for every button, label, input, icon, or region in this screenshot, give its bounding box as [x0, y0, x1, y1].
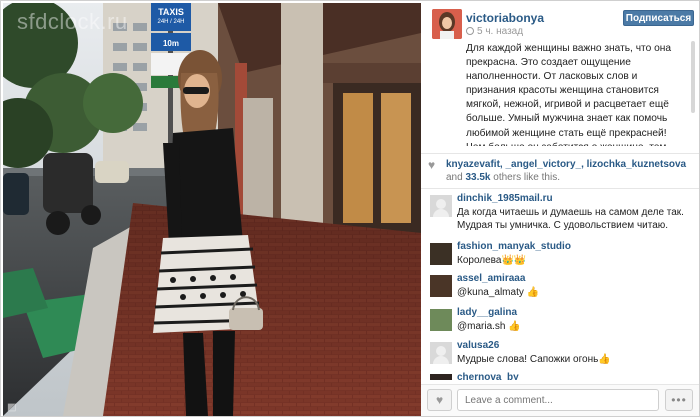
follow-button[interactable]: Подписаться [623, 10, 694, 26]
comment-username[interactable]: valusa26 [457, 340, 499, 351]
comment-text: @maria.sh 👍 [457, 321, 521, 332]
comment-input[interactable] [457, 389, 659, 411]
post-photo[interactable]: sfdclock.ru TAXIS 24H / 24H 10m ◩ [3, 3, 421, 416]
post-header: victoriabonya 5 ч. назад Подписаться Для… [421, 3, 699, 153]
avatar-image [432, 9, 462, 39]
more-options-button[interactable]: ••• [665, 389, 693, 411]
heart-icon: ♥ [428, 158, 436, 172]
avatar[interactable] [432, 9, 462, 39]
comment-avatar[interactable] [430, 195, 452, 217]
comments-list: dinchik_1985mail.ru Да когда читаешь и д… [421, 193, 699, 380]
comment-avatar[interactable] [430, 309, 452, 331]
taxi-sign-text: TAXIS [158, 7, 184, 17]
comment-text: @kuna_almaty 👍 [457, 287, 540, 298]
likes-others: others like this. [493, 172, 560, 183]
likes-number[interactable]: 33.5k [465, 172, 490, 183]
like-button[interactable]: ♥ [427, 389, 452, 411]
comment-avatar[interactable] [430, 275, 452, 297]
comment-username[interactable]: dinchik_1985mail.ru [457, 193, 553, 204]
time-ago: 5 ч. назад [466, 26, 523, 37]
post-caption: Для каждой женщины важно знать, что она … [466, 43, 672, 146]
heart-icon: ♥ [435, 393, 444, 407]
comment-username[interactable]: lady__galina [457, 307, 517, 318]
caption-scrollbar[interactable] [691, 41, 695, 113]
watermark: sfdclock.ru [17, 9, 128, 34]
comment-username[interactable]: chernova_by [457, 372, 519, 380]
taxi-sign-hours: 24H / 24H [157, 19, 185, 25]
more-icon: ••• [671, 393, 687, 407]
street-scene-image [3, 3, 421, 416]
username-link[interactable]: victoriabonya [466, 11, 544, 25]
comment-avatar[interactable] [430, 374, 452, 380]
comment-avatar[interactable] [430, 342, 452, 364]
comment-username[interactable]: fashion_manyak_studio [457, 241, 571, 252]
time-ago-text: 5 ч. назад [477, 26, 524, 37]
comment-text: Мудрые слова! Сапожки огонь👍 [457, 354, 611, 365]
distance-sign-text: 10m [162, 39, 179, 48]
comment-text: Да когда читаешь и думаешь на самом деле… [457, 207, 684, 232]
post-panel: victoriabonya 5 ч. назад Подписаться Для… [421, 3, 699, 416]
comment-username[interactable]: assel_amiraaa [457, 273, 525, 284]
likes-count: and 33.5k others like this. [446, 172, 560, 183]
corner-mark-icon: ◩ [7, 402, 17, 413]
comment-avatar[interactable] [430, 243, 452, 265]
comment-text: Королева👑👑 [457, 255, 527, 266]
likers-list[interactable]: knyazevafit, _angel_victory_, lizochka_k… [446, 159, 686, 170]
likes-section: ♥ knyazevafit, _angel_victory_, lizochka… [421, 153, 699, 189]
likes-and: and [446, 172, 463, 183]
comment-bar: ♥ ••• [421, 384, 699, 416]
instagram-embed: sfdclock.ru TAXIS 24H / 24H 10m ◩ victor… [0, 0, 700, 417]
clock-icon [466, 27, 474, 35]
